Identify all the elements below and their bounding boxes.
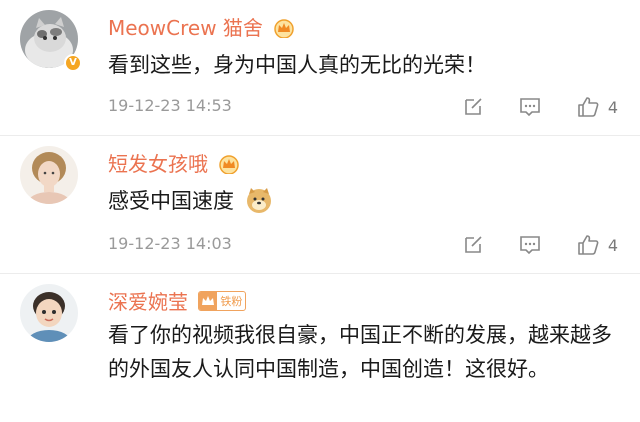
comment-item: 深爱婉莹 铁粉 看了你的视频我很自豪，中国正不断的发展，越来越多的外国友人认同中… xyxy=(0,274,640,422)
comment-time: 19-12-23 14:03 xyxy=(108,234,232,253)
crown-icon xyxy=(273,18,295,43)
comment-icon xyxy=(520,98,540,117)
avatar[interactable] xyxy=(20,146,78,204)
comment-text: 感受中国速度 xyxy=(108,184,620,224)
like-count: 4 xyxy=(607,235,618,255)
share-icon xyxy=(465,236,482,253)
share-icon xyxy=(465,98,482,115)
comment-actions: 4 xyxy=(428,233,618,257)
verified-badge-icon: V xyxy=(64,54,82,72)
doge-emoji-icon xyxy=(245,186,273,224)
comment-text: 看到这些，身为中国人真的无比的光荣！ xyxy=(108,53,486,77)
like-button[interactable]: 4 xyxy=(576,233,618,257)
child-avatar-icon xyxy=(20,284,78,342)
comment-button[interactable] xyxy=(518,234,542,256)
username[interactable]: 短发女孩哦 xyxy=(108,148,240,179)
thumbs-up-icon xyxy=(578,235,599,255)
crown-icon xyxy=(199,292,218,310)
fan-badge: 铁粉 xyxy=(198,291,247,311)
comment-icon xyxy=(520,236,540,255)
avatar[interactable] xyxy=(20,284,78,342)
like-button[interactable]: 4 xyxy=(576,95,618,119)
comment-time: 19-12-23 14:53 xyxy=(108,96,232,115)
comment-item: 短发女孩哦 感受中国速度 19-12-23 14:03 4 xyxy=(0,136,640,274)
crown-icon xyxy=(218,154,240,179)
comment-text: 看了你的视频我很自豪，中国正不断的发展，越来越多的外国友人认同中国制造，中国创造… xyxy=(108,323,612,381)
thumbs-up-icon xyxy=(578,97,599,117)
girl-avatar-icon xyxy=(20,146,78,204)
comment-actions: 4 xyxy=(428,95,618,119)
like-count: 4 xyxy=(607,97,618,117)
username[interactable]: MeowCrew 猫舍 xyxy=(108,12,295,43)
comment-item: V MeowCrew 猫舍 看到这些，身为中国人真的无比的光荣！ 19-12-2… xyxy=(0,0,640,136)
share-button[interactable] xyxy=(462,96,484,118)
share-button[interactable] xyxy=(462,234,484,256)
comment-button[interactable] xyxy=(518,96,542,118)
username[interactable]: 深爱婉莹 铁粉 xyxy=(108,286,247,315)
